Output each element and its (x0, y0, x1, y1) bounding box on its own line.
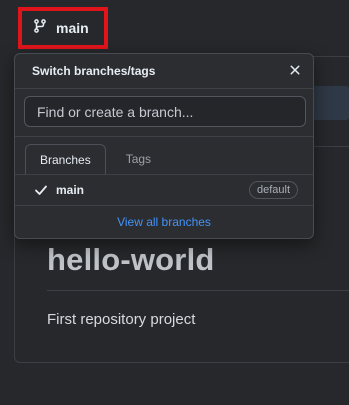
branch-selector-button[interactable]: main (18, 7, 108, 49)
page: hello-world First repository project mai… (0, 0, 349, 405)
background-row (312, 127, 349, 147)
readme-divider (47, 290, 349, 291)
close-icon[interactable] (287, 62, 303, 78)
git-branch-icon (32, 18, 48, 39)
branch-selector-label: main (56, 20, 89, 36)
divider (15, 136, 313, 137)
divider (15, 88, 313, 89)
divider (15, 205, 313, 206)
view-all-branches-link[interactable]: View all branches (15, 215, 313, 229)
branch-dropdown: Switch branches/tags Branches Tags main … (14, 53, 314, 239)
branch-search-input[interactable] (24, 96, 306, 127)
default-badge: default (248, 181, 298, 199)
dropdown-header: Switch branches/tags (15, 54, 313, 88)
readme-description: First repository project (47, 311, 196, 328)
check-icon (33, 182, 49, 198)
background-code-button (312, 86, 349, 120)
dropdown-title: Switch branches/tags (32, 64, 156, 78)
branch-list-item[interactable]: main default (15, 177, 313, 203)
tab-tags[interactable]: Tags (106, 144, 165, 174)
dropdown-tabs: Branches Tags (25, 144, 165, 174)
tab-branches[interactable]: Branches (25, 144, 106, 174)
readme-heading: hello-world (47, 242, 215, 277)
branch-name: main (56, 183, 85, 197)
tabs-underline (15, 174, 313, 175)
